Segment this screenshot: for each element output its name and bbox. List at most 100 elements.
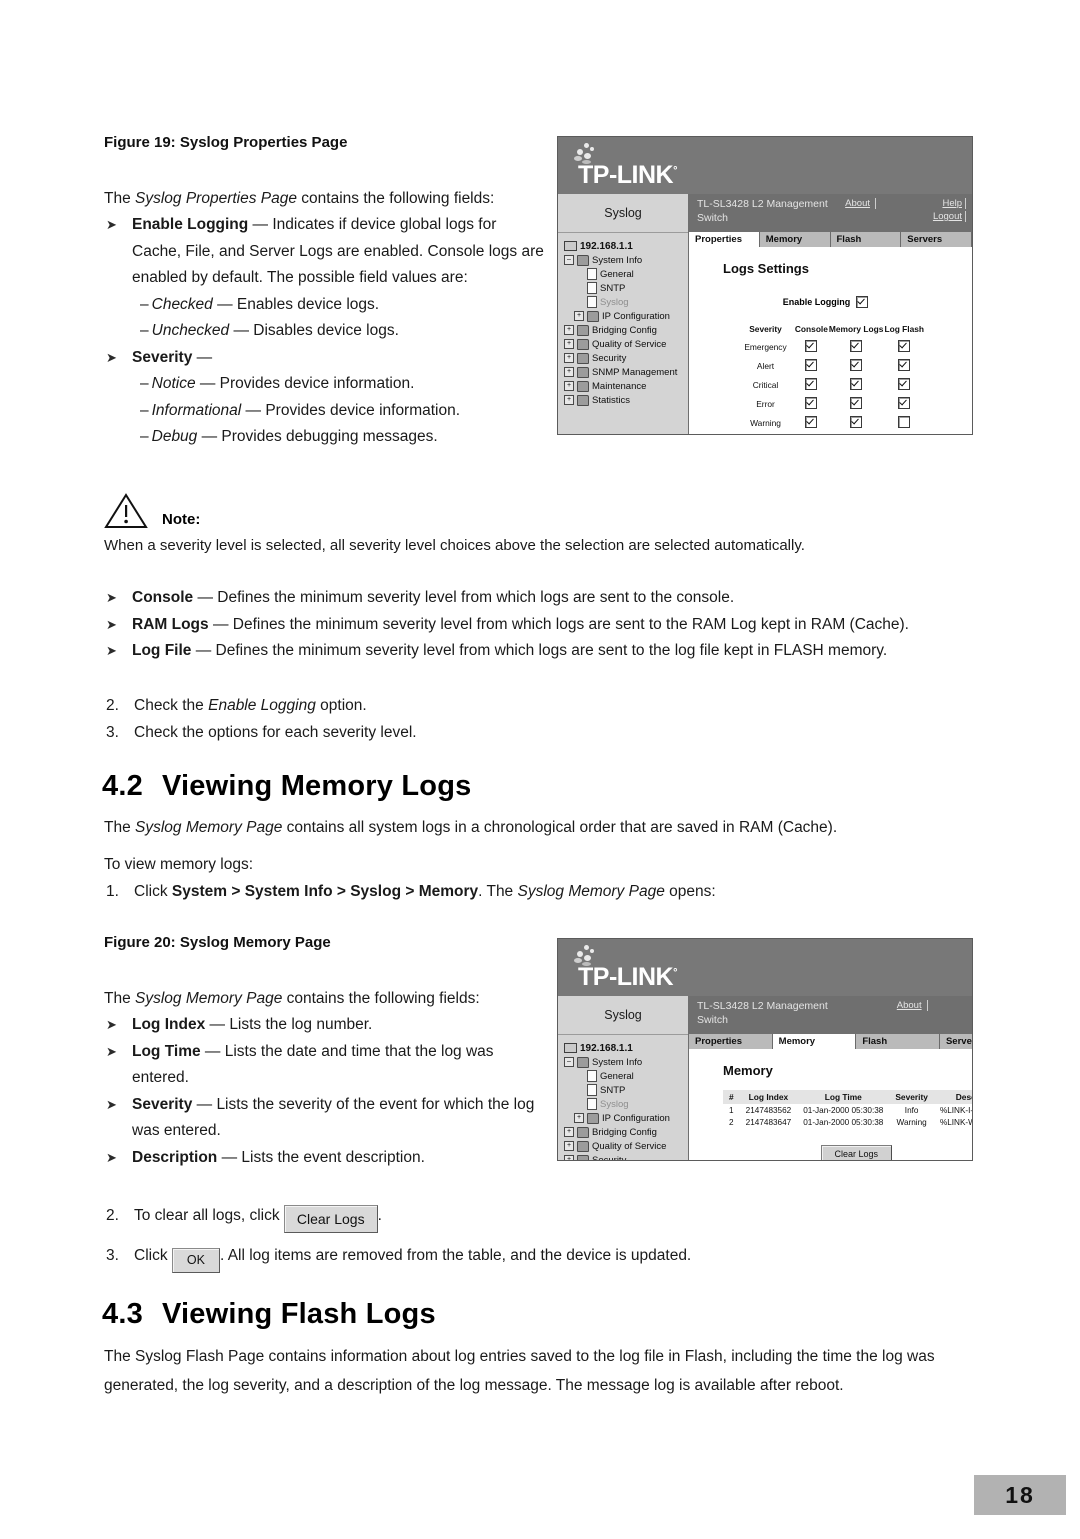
- tree-item-snmp-management[interactable]: + SNMP Management: [564, 365, 688, 379]
- section-4-3-body: The Syslog Flash Page contains informati…: [104, 1342, 976, 1400]
- navigation-sidebar: Syslog 192.168.1.1 – System Info General …: [558, 996, 689, 1160]
- figure20-caption-text: Figure 20: Syslog Memory Page: [104, 934, 331, 951]
- memory-panel: Memory # Log Index Log Time Severity Des…: [689, 1049, 972, 1160]
- tab-properties[interactable]: Properties: [689, 232, 760, 247]
- tree-item-general[interactable]: General: [564, 267, 688, 281]
- tree-item-syslog[interactable]: Syslog: [564, 1097, 688, 1111]
- expand-icon[interactable]: +: [564, 395, 574, 405]
- table-row: Warning: [737, 414, 925, 433]
- tree-item-maintenance[interactable]: + Maintenance: [564, 379, 688, 393]
- expand-icon[interactable]: +: [564, 1155, 574, 1160]
- flash-checkbox[interactable]: [898, 377, 911, 390]
- folder-icon: [587, 310, 599, 322]
- bullet-arrow-icon: ➤: [106, 217, 117, 232]
- tree-item-system-info[interactable]: – System Info: [564, 253, 688, 267]
- logout-link[interactable]: Logout: [933, 211, 966, 222]
- step-3-check-options: 3. Check the options for each severity l…: [106, 724, 417, 741]
- note-block: Note: When a severity level is selected,…: [104, 492, 976, 558]
- console-checkbox[interactable]: [805, 358, 818, 371]
- field-log-index: ➤ Log Index — Lists the log number.: [104, 1012, 544, 1039]
- expand-icon[interactable]: +: [564, 1141, 574, 1151]
- tree-item-sntp[interactable]: SNTP: [564, 1083, 688, 1097]
- figure20-screenshot-syslog-memory: TP-LINK° Syslog 192.168.1.1 – System Info…: [557, 938, 973, 1161]
- clear-logs-button-inline[interactable]: Clear Logs: [283, 1205, 378, 1233]
- tree-item-security[interactable]: + Security: [564, 351, 688, 365]
- pc-icon: [564, 1043, 577, 1053]
- memory-checkbox[interactable]: [850, 339, 863, 352]
- memory-checkbox[interactable]: [850, 358, 863, 371]
- tree-item-security[interactable]: + Security: [564, 1153, 688, 1160]
- flash-checkbox[interactable]: [898, 416, 911, 429]
- sub-notice: – Notice — Provides device information.: [140, 375, 415, 392]
- flash-checkbox[interactable]: [898, 358, 911, 371]
- console-checkbox[interactable]: [805, 339, 818, 352]
- tree-item-system-info[interactable]: – System Info: [564, 1055, 688, 1069]
- expand-icon[interactable]: +: [564, 381, 574, 391]
- tree-item-general[interactable]: General: [564, 1069, 688, 1083]
- tab-properties[interactable]: Properties: [689, 1034, 773, 1049]
- tree-item-bridging-config[interactable]: + Bridging Config: [564, 323, 688, 337]
- collapse-icon[interactable]: –: [564, 1057, 574, 1067]
- flash-checkbox[interactable]: [898, 339, 911, 352]
- bullet-arrow-icon: ➤: [106, 349, 117, 365]
- tab-bar: Properties Memory Flash Servers: [689, 232, 972, 247]
- memory-checkbox[interactable]: [850, 377, 863, 390]
- tab-memory[interactable]: Memory: [772, 1034, 857, 1049]
- console-checkbox[interactable]: [805, 416, 818, 429]
- expand-icon[interactable]: +: [574, 1113, 584, 1123]
- tree-item-ip-configuration[interactable]: + IP Configuration: [564, 1111, 688, 1125]
- tree-item-bridging-config[interactable]: + Bridging Config: [564, 1125, 688, 1139]
- figure19-intro: The Syslog Properties Page contains the …: [104, 190, 495, 207]
- tree-item-syslog[interactable]: Syslog: [564, 295, 688, 309]
- expand-icon[interactable]: +: [564, 353, 574, 363]
- figure19-field-list: The Syslog Properties Page contains the …: [104, 186, 544, 451]
- console-checkbox[interactable]: [805, 397, 818, 410]
- memory-checkbox[interactable]: [850, 416, 863, 429]
- folder-icon: [577, 324, 589, 336]
- enable-logging-checkbox[interactable]: [856, 296, 869, 308]
- tree-item-device[interactable]: 192.168.1.1: [564, 239, 688, 253]
- tree-item-statistics[interactable]: + Statistics: [564, 393, 688, 407]
- clear-logs-button[interactable]: Clear Logs: [820, 1145, 893, 1160]
- col-log-flash: Log Flash: [884, 324, 925, 334]
- expand-icon[interactable]: +: [564, 325, 574, 335]
- tree-item-device[interactable]: 192.168.1.1: [564, 1041, 688, 1055]
- field-description: ➤ Description — Lists the event descript…: [104, 1145, 544, 1172]
- expand-icon[interactable]: +: [564, 339, 574, 349]
- view-memory-logs-lead: To view memory logs:: [104, 856, 254, 873]
- section-4-2-heading: 4.2 Viewing Memory Logs: [102, 770, 472, 802]
- tab-servers[interactable]: Servers: [901, 232, 972, 247]
- step-2-clear-logs: 2. To clear all logs, click Clear Logs.: [104, 1196, 976, 1236]
- tree-item-quality-of-service[interactable]: + Quality of Service: [564, 1139, 688, 1153]
- help-link[interactable]: Help: [942, 198, 966, 209]
- about-link[interactable]: About: [897, 1000, 928, 1011]
- content-header: TL-SL3428 L2 Management Switch About Hel…: [689, 996, 972, 1034]
- folder-icon: [577, 338, 589, 350]
- col-severity: Severity: [749, 324, 782, 334]
- console-checkbox[interactable]: [805, 377, 818, 390]
- expand-icon[interactable]: +: [564, 1127, 574, 1137]
- about-link[interactable]: About: [845, 198, 876, 209]
- memory-checkbox[interactable]: [850, 397, 863, 410]
- bullet-arrow-icon: ➤: [106, 1149, 117, 1165]
- tree-item-quality-of-service[interactable]: + Quality of Service: [564, 337, 688, 351]
- bullet-arrow-icon: ➤: [106, 616, 117, 632]
- flash-checkbox[interactable]: [898, 397, 911, 410]
- tab-servers[interactable]: Servers: [939, 1034, 972, 1049]
- tree-item-sntp[interactable]: SNTP: [564, 281, 688, 295]
- tplink-banner: TP-LINK°: [558, 939, 972, 996]
- expand-icon[interactable]: +: [564, 367, 574, 377]
- col-severity: Severity: [889, 1090, 934, 1104]
- field-log-file: ➤ Log File — Defines the minimum severit…: [104, 638, 976, 665]
- step-3-click-ok: 3. Click OK. All log items are removed f…: [104, 1236, 976, 1276]
- expand-icon[interactable]: +: [574, 311, 584, 321]
- collapse-icon[interactable]: –: [564, 255, 574, 265]
- tree-item-ip-configuration[interactable]: + IP Configuration: [564, 309, 688, 323]
- tab-flash[interactable]: Flash: [830, 232, 902, 247]
- folder-icon: [577, 366, 589, 378]
- section-4-2-intro: The Syslog Memory Page contains all syst…: [104, 815, 976, 841]
- ok-button-inline[interactable]: OK: [171, 1248, 220, 1273]
- tab-memory[interactable]: Memory: [759, 232, 831, 247]
- tab-flash[interactable]: Flash: [856, 1034, 940, 1049]
- folder-icon: [577, 352, 589, 364]
